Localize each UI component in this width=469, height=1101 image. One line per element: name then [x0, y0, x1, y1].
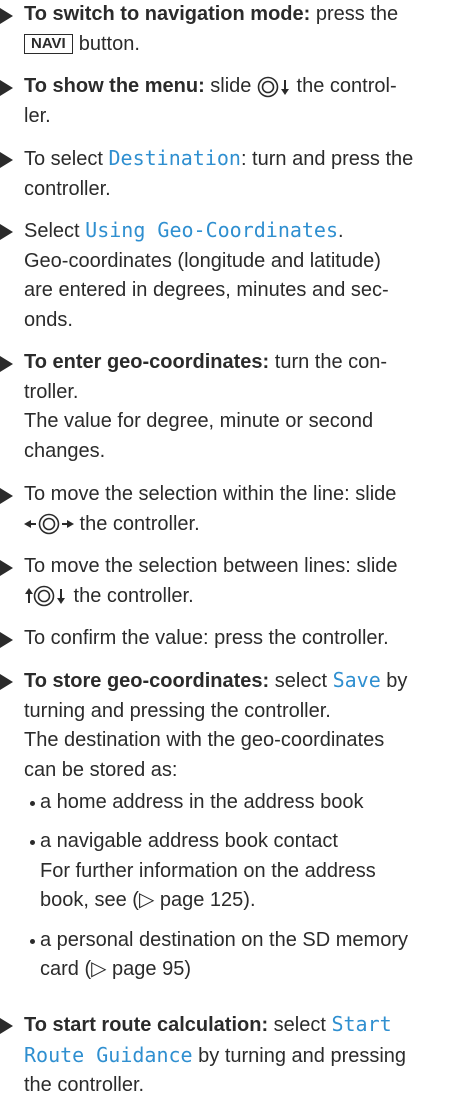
- step-note: changes.: [24, 439, 106, 462]
- step-arrow-icon: [0, 8, 13, 24]
- step-show-menu: To show the menu: slide the control- ler…: [0, 72, 466, 131]
- step-note: Geo-coordinates (longitude and latitude): [24, 249, 381, 272]
- bullet-dot-icon: [30, 939, 35, 944]
- step-start-route-calculation: To start route calculation: select Start…: [0, 1010, 466, 1101]
- step-text: button.: [78, 32, 140, 55]
- step-move-between-lines: To move the selection between lines: sli…: [0, 552, 466, 611]
- bullet-note-line: card (▷ page 95): [40, 958, 192, 980]
- step-text: the controller.: [68, 584, 194, 607]
- step-text: select: [268, 1014, 332, 1036]
- bullet-note-line: book, see (▷ page 125).: [40, 889, 256, 911]
- bullet-note-line: For further information on the address: [40, 860, 376, 882]
- step-text: troller.: [24, 380, 79, 403]
- menu-item-using-geo-coordinates: Using Geo-Coordinates: [85, 218, 339, 242]
- step-text: turn the con-: [269, 351, 388, 373]
- controller-slide-down-icon: [257, 76, 291, 98]
- step-text: Select: [24, 220, 86, 242]
- controller-slide-up-down-icon: [24, 585, 68, 607]
- step-lead: To store geo-coordinates:: [24, 670, 270, 692]
- step-move-within-line: To move the selection within the line: s…: [0, 480, 466, 539]
- step-arrow-icon: [0, 224, 13, 240]
- step-store-geo-coordinates: To store geo-coordinates: select Save by…: [0, 666, 466, 785]
- step-text: by: [380, 670, 408, 692]
- step-text: ler.: [24, 104, 51, 127]
- step-note: onds.: [24, 308, 73, 331]
- bullet-personal-destination: a personal destination on the SD memory: [40, 929, 408, 951]
- step-arrow-icon: [0, 80, 13, 96]
- step-text: : turn and press the: [240, 148, 414, 170]
- step-text: To move the selection between lines: sli…: [24, 555, 398, 577]
- step-note: The destination with the geo-coordinates: [24, 729, 385, 751]
- step-arrow-icon: [0, 488, 13, 504]
- step-select-destination: To select Destination: turn and press th…: [0, 144, 466, 204]
- step-text: by turning and pressing: [192, 1044, 407, 1067]
- step-note: are entered in degrees, minutes and sec-: [24, 279, 389, 301]
- controller-slide-left-right-icon: [24, 513, 74, 535]
- step-arrow-icon: [0, 1018, 13, 1034]
- step-select-geo-coordinates: Select Using Geo-Coordinates. Geo-coordi…: [0, 216, 466, 335]
- step-text: controller.: [24, 177, 111, 200]
- navi-key-icon: NAVI: [24, 33, 73, 54]
- step-arrow-icon: [0, 560, 13, 576]
- step-lead: To show the menu:: [24, 75, 205, 97]
- bullet-dot-icon: [30, 840, 35, 845]
- step-arrow-icon: [0, 356, 13, 372]
- step-arrow-icon: [0, 152, 13, 168]
- step-enter-geo-coordinates: To enter geo-coordinates: turn the con- …: [0, 348, 466, 466]
- step-lead: To switch to navigation mode:: [24, 3, 311, 25]
- bullet-dot-icon: [30, 801, 35, 806]
- bullet-home-address: a home address in the address book: [40, 791, 364, 813]
- step-note: The value for degree, minute or second: [24, 410, 374, 432]
- step-lead: To enter geo-coordinates:: [24, 351, 270, 373]
- step-text: To move the selection within the line: s…: [24, 483, 397, 505]
- step-text: the controller.: [74, 512, 200, 535]
- step-note: can be stored as:: [24, 758, 178, 781]
- step-text: press the: [310, 3, 399, 25]
- menu-item-save: Save: [332, 668, 381, 692]
- step-arrow-icon: [0, 674, 13, 690]
- bullet-address-book-contact: a navigable address book contact: [40, 830, 338, 852]
- step-text: turning and pressing the controller.: [24, 699, 331, 722]
- step-text: the controller.: [24, 1074, 145, 1096]
- step-text: select: [269, 670, 333, 692]
- menu-item-destination: Destination: [108, 146, 241, 170]
- menu-item-route-guidance: Route Guidance: [24, 1042, 193, 1067]
- step-text: the control-: [291, 75, 397, 97]
- step-text: slide: [204, 75, 252, 97]
- step-switch-navigation: To switch to navigation mode: press the …: [0, 0, 466, 59]
- manual-page: To switch to navigation mode: press the …: [0, 0, 469, 1096]
- step-text: To confirm the value: press the controll…: [24, 627, 389, 649]
- step-text: To select: [24, 148, 109, 170]
- step-arrow-icon: [0, 632, 13, 648]
- step-confirm-value: To confirm the value: press the controll…: [0, 624, 466, 654]
- menu-item-start: Start: [331, 1012, 392, 1036]
- step-text: .: [338, 220, 344, 242]
- step-lead: To start route calculation:: [24, 1014, 269, 1036]
